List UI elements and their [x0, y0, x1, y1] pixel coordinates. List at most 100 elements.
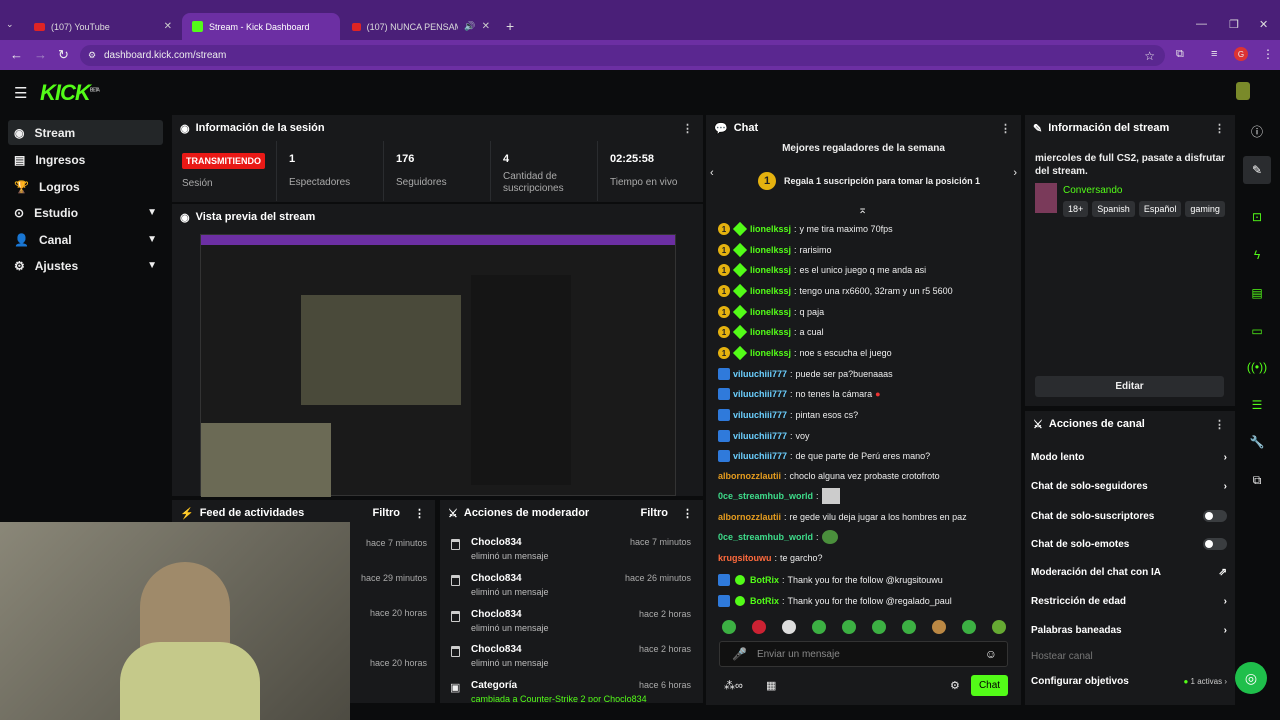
action-host-channel[interactable]: Hostear canal — [1031, 651, 1227, 662]
emote-icon[interactable] — [902, 620, 916, 634]
menu-icon[interactable]: ⋮ — [1262, 47, 1274, 61]
moderator-row: Choclo834 eliminó un mensaje hace 2 horas — [449, 609, 699, 643]
chat-message: 1 lionelkssj: rarisimo — [718, 242, 832, 258]
document-icon[interactable]: ▤ — [1243, 279, 1271, 307]
tag: Spanish — [1092, 201, 1135, 217]
live-badge: TRANSMITIENDO — [182, 153, 265, 169]
profile-avatar[interactable]: G — [1234, 47, 1248, 61]
edit-stream-button[interactable]: Editar — [1035, 376, 1224, 397]
hamburger-menu-icon[interactable]: ☰ — [14, 84, 27, 102]
address-bar[interactable]: ⚙ dashboard.kick.com/stream ☆ — [80, 45, 1165, 66]
more-icon[interactable]: ⋮ — [1000, 122, 1011, 135]
tab-label: (107) NUNCA PENSAMOS C — [366, 21, 459, 32]
chevron-right-icon[interactable]: › — [1013, 167, 1017, 179]
action-configure-goals[interactable]: Configurar objetivos ● 1 activas › — [1031, 676, 1227, 687]
support-chat-button[interactable]: ◎ — [1235, 662, 1267, 694]
category-name[interactable]: Conversando — [1063, 185, 1122, 196]
gift-cta[interactable]: 1 Regala 1 suscripción para tomar la posi… — [758, 172, 980, 190]
store-icon[interactable]: ▦ — [766, 679, 776, 692]
layout-icon[interactable]: ☰ — [1243, 391, 1271, 419]
emote-image — [821, 488, 840, 504]
emote-icon[interactable] — [812, 620, 826, 634]
action-banned-words[interactable]: Palabras baneadas › — [1031, 625, 1227, 636]
more-icon[interactable]: ⋮ — [682, 507, 693, 520]
reload-button[interactable]: ↻ — [58, 47, 69, 63]
puzzle-icon[interactable]: ⧉ — [1243, 466, 1271, 494]
emote-image — [821, 530, 838, 544]
action-followers-only[interactable]: Chat de solo-seguidores › — [1031, 481, 1227, 492]
sidebar-item-estudio[interactable]: ⊙ Estudio ▼ — [8, 200, 163, 225]
more-icon[interactable]: ⋮ — [414, 507, 425, 520]
emote-icon[interactable] — [842, 620, 856, 634]
sidebar-item-canal[interactable]: 👤 Canal ▼ — [8, 227, 163, 252]
microphone-icon[interactable]: 🎤 — [732, 647, 747, 661]
window-close-button[interactable]: ✕ — [1259, 18, 1268, 31]
filter-button[interactable]: Filtro — [641, 507, 669, 519]
wrench-icon[interactable]: 🔧 — [1243, 428, 1271, 456]
tab-youtube[interactable]: (107) YouTube ✕ — [24, 13, 182, 40]
broadcast-icon[interactable]: ((•)) — [1243, 353, 1271, 381]
back-button[interactable]: ← — [10, 47, 23, 62]
action-emotes-only[interactable]: Chat de solo-emotes — [1031, 538, 1227, 550]
action-subscribers-only[interactable]: Chat de solo-suscriptores — [1031, 510, 1227, 522]
chat-message: 0ce_streamhub_world: — [718, 530, 838, 544]
action-age-restriction[interactable]: Restricción de edad › — [1031, 596, 1227, 607]
emote-icon[interactable] — [722, 620, 736, 634]
settings-icon[interactable]: ⚙ — [950, 679, 960, 692]
sidebar-item-stream[interactable]: ◉ Stream — [8, 120, 163, 145]
more-icon[interactable]: ⋮ — [682, 122, 693, 135]
emote-icon[interactable] — [872, 620, 886, 634]
media-icon[interactable]: ≡ — [1211, 48, 1217, 60]
emoji-icon[interactable]: ☺ — [985, 647, 997, 661]
user-avatar[interactable] — [1236, 82, 1250, 100]
stream-preview-video[interactable] — [200, 234, 676, 497]
bookmark-star-icon[interactable]: ☆ — [1144, 49, 1155, 63]
forward-button[interactable]: → — [34, 47, 47, 62]
sidebar-item-logros[interactable]: 🏆 Logros — [8, 174, 163, 199]
action-slow-mode[interactable]: Modo lento › — [1031, 452, 1227, 463]
emote-icon[interactable] — [962, 620, 976, 634]
toggle-switch[interactable] — [1203, 510, 1227, 522]
info-icon[interactable]: ⓘ — [1243, 117, 1271, 145]
pencil-icon[interactable]: ✎ — [1243, 156, 1271, 184]
site-info-icon[interactable]: ⚙ — [88, 50, 96, 61]
shield-icon: ⚔ — [1033, 418, 1043, 431]
kick-logo[interactable]: KICKBETA — [40, 80, 100, 106]
more-icon[interactable]: ⋮ — [1214, 418, 1225, 431]
new-tab-button[interactable]: + — [506, 18, 514, 34]
sidebar-item-ajustes[interactable]: ⚙ Ajustes ▼ — [8, 253, 163, 278]
emote-icon[interactable] — [752, 620, 766, 634]
chat-message: BotRix: Thank you for the follow @regala… — [718, 595, 952, 607]
chat-input[interactable]: 🎤 Enviar un mensaje ☺ — [719, 641, 1008, 667]
camera-icon[interactable]: ⊡ — [1243, 203, 1271, 231]
emote-icon[interactable] — [782, 620, 796, 634]
speaker-icon[interactable]: 🔊 — [464, 21, 475, 32]
collapse-icon[interactable]: ⌅ — [858, 203, 867, 216]
action-ai-moderation[interactable]: Moderación del chat con IA ⇗ — [1031, 567, 1227, 578]
tab-kick-dashboard[interactable]: Stream - Kick Dashboard — [182, 13, 340, 40]
tab-search-icon[interactable]: ⌄ — [6, 19, 14, 30]
top-gifters-title: Mejores regaladores de la semana — [782, 143, 945, 154]
close-icon[interactable]: ✕ — [482, 21, 490, 32]
sidebar-item-ingresos[interactable]: ▤ Ingresos — [8, 147, 163, 172]
send-chat-button[interactable]: Chat — [971, 675, 1008, 696]
filter-button[interactable]: Filtro — [373, 507, 401, 519]
minimize-button[interactable]: — — [1196, 18, 1207, 30]
toggle-switch[interactable] — [1203, 538, 1227, 550]
emote-icon[interactable] — [932, 620, 946, 634]
tab-youtube-video[interactable]: (107) NUNCA PENSAMOS C 🔊 ✕ — [342, 13, 500, 40]
stat-followers: 176 Seguidores — [383, 141, 490, 201]
more-icon[interactable]: ⋮ — [1214, 122, 1225, 135]
chevron-left-icon[interactable]: ‹ — [710, 167, 714, 179]
close-icon[interactable]: ✕ — [164, 21, 172, 32]
chat-icon[interactable]: ▭ — [1243, 317, 1271, 345]
users-icon[interactable]: ⁂∞ — [724, 679, 743, 692]
maximize-button[interactable]: ❐ — [1229, 18, 1239, 31]
extensions-icon[interactable]: ⧉ — [1176, 48, 1184, 61]
emote-icon[interactable] — [992, 620, 1006, 634]
moderator-row: Choclo834 eliminó un mensaje hace 2 horas — [449, 644, 699, 678]
chevron-down-icon: ▼ — [147, 207, 157, 218]
preview-chat — [471, 275, 571, 485]
bolt-icon[interactable]: ϟ — [1243, 241, 1271, 269]
chevron-right-icon: › — [1223, 596, 1227, 607]
